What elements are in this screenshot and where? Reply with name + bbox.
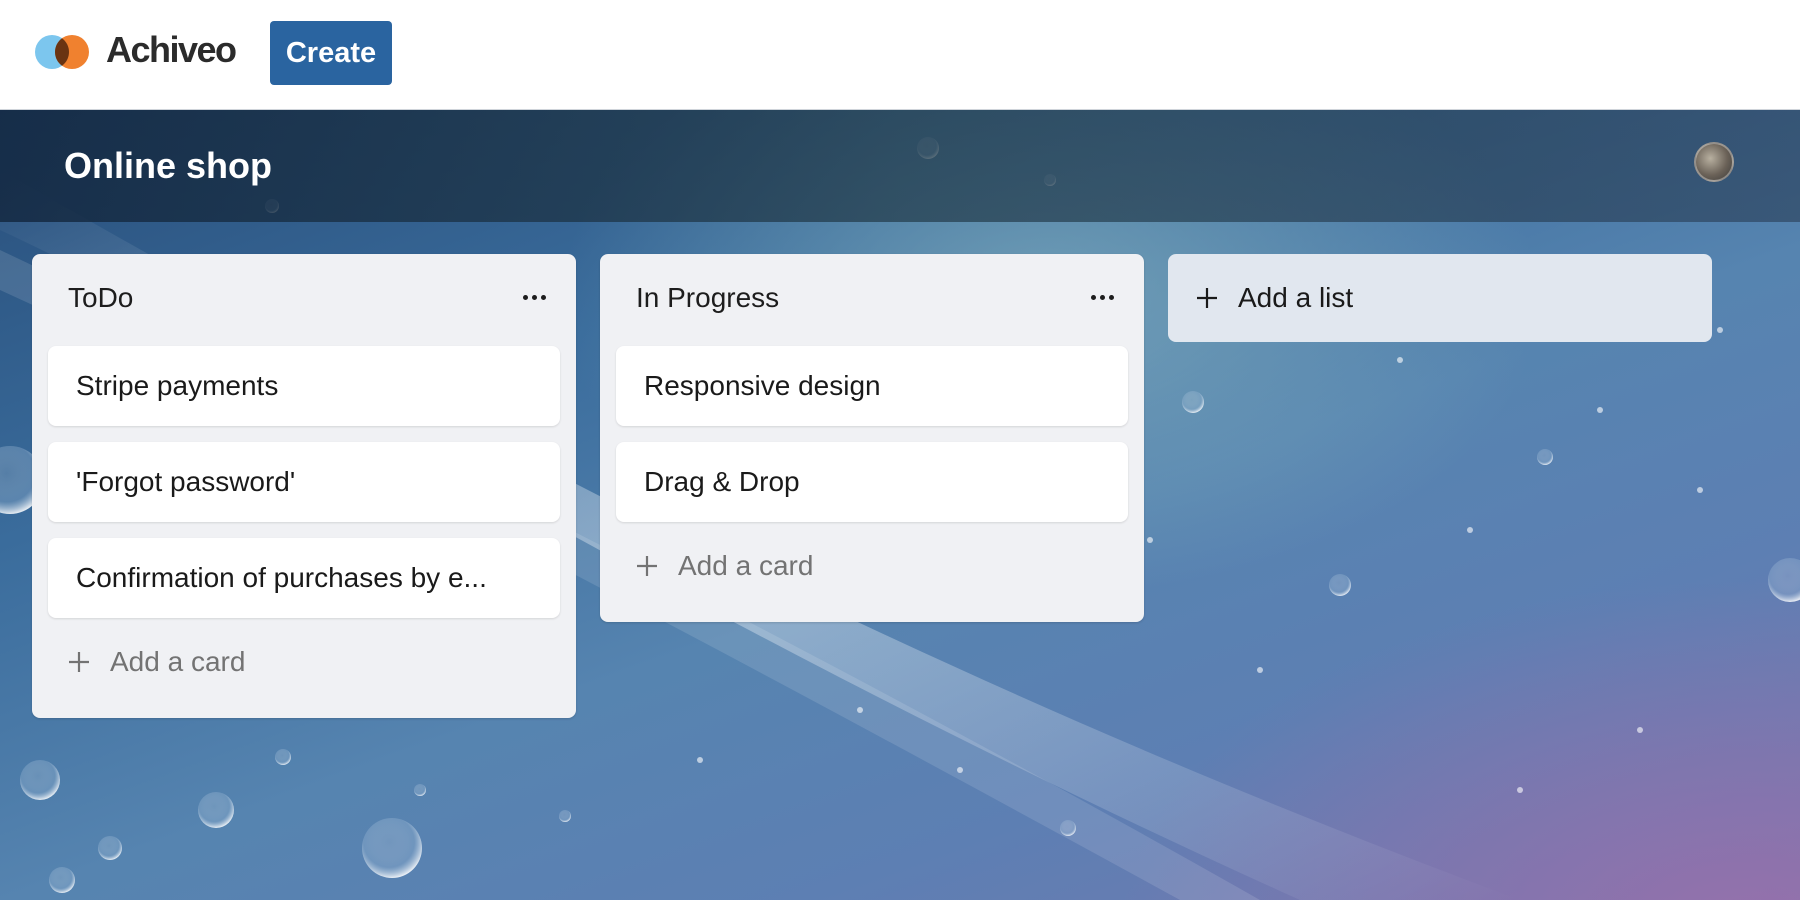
board-title[interactable]: Online shop bbox=[64, 144, 272, 188]
top-navbar: Achiveo Create bbox=[0, 0, 1800, 110]
card[interactable]: Confirmation of purchases by e... bbox=[48, 538, 560, 618]
card[interactable]: Drag & Drop bbox=[616, 442, 1128, 522]
more-horizontal-icon[interactable] bbox=[514, 282, 554, 312]
plus-icon bbox=[637, 556, 657, 576]
avatar[interactable] bbox=[1694, 142, 1734, 182]
add-card-label: Add a card bbox=[110, 646, 246, 677]
add-list-button[interactable]: Add a list bbox=[1168, 254, 1712, 342]
brand-name[interactable]: Achiveo bbox=[106, 30, 237, 70]
add-card-button[interactable]: Add a card bbox=[636, 546, 813, 586]
card-title: Responsive design bbox=[644, 370, 881, 401]
board: Online shop ToDo Stripe payments 'Forgot… bbox=[0, 110, 1800, 900]
card-title: Drag & Drop bbox=[644, 466, 800, 497]
card[interactable]: Stripe payments bbox=[48, 346, 560, 426]
plus-icon bbox=[69, 652, 89, 672]
create-button[interactable]: Create bbox=[270, 21, 392, 85]
more-horizontal-icon[interactable] bbox=[1082, 282, 1122, 312]
card-title: Stripe payments bbox=[76, 370, 279, 401]
list-title[interactable]: ToDo bbox=[68, 280, 133, 316]
achiveo-logo-icon[interactable] bbox=[32, 32, 92, 72]
list-title[interactable]: In Progress bbox=[636, 280, 779, 316]
list-in-progress: In Progress Responsive design Drag & Dro… bbox=[600, 254, 1144, 622]
card[interactable]: 'Forgot password' bbox=[48, 442, 560, 522]
add-list-label: Add a list bbox=[1238, 282, 1354, 313]
board-header: Online shop bbox=[0, 110, 1800, 222]
add-card-button[interactable]: Add a card bbox=[68, 642, 245, 682]
add-card-label: Add a card bbox=[678, 550, 814, 581]
plus-icon bbox=[1197, 288, 1217, 308]
list-todo: ToDo Stripe payments 'Forgot password' C… bbox=[32, 254, 576, 718]
card[interactable]: Responsive design bbox=[616, 346, 1128, 426]
card-title: Confirmation of purchases by e... bbox=[76, 562, 487, 593]
card-title: 'Forgot password' bbox=[76, 466, 296, 497]
